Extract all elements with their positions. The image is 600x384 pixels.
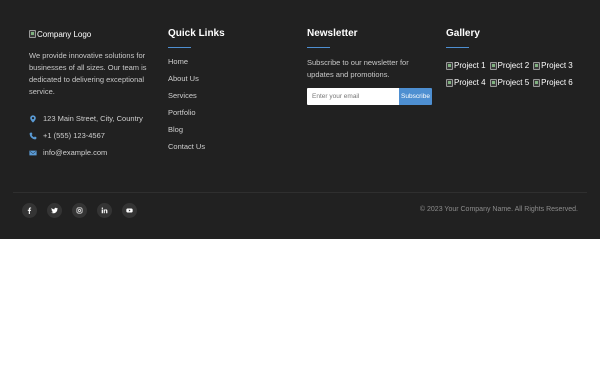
- quick-link-blog[interactable]: Blog: [168, 125, 288, 142]
- instagram-link[interactable]: [72, 203, 87, 218]
- newsletter-form: Subscribe: [307, 88, 432, 105]
- heading-underline: [446, 47, 469, 48]
- phone-icon: [29, 132, 37, 139]
- gallery-image-alt: Project 3: [541, 61, 573, 70]
- linkedin-icon: [101, 207, 108, 214]
- social-links: [22, 203, 147, 218]
- phone-text: +1 (555) 123-4567: [43, 131, 105, 140]
- newsletter-column: Newsletter Subscribe to our newsletter f…: [307, 28, 432, 105]
- broken-image-icon: [446, 78, 453, 87]
- youtube-link[interactable]: [122, 203, 137, 218]
- copyright-text: © 2023 Your Company Name. All Rights Res…: [419, 206, 578, 213]
- gallery-image-project-4[interactable]: Project 4: [446, 74, 486, 91]
- newsletter-email-input[interactable]: [307, 88, 399, 105]
- gallery-image-project-6[interactable]: Project 6: [533, 74, 573, 91]
- address-text: 123 Main Street, City, Country: [43, 114, 143, 123]
- instagram-icon: [76, 207, 83, 214]
- facebook-icon: [27, 207, 32, 214]
- broken-image-icon: [489, 78, 497, 87]
- contact-email: info@example.com: [29, 144, 154, 161]
- quick-link-services[interactable]: Services: [168, 91, 288, 108]
- footer-divider: [13, 192, 587, 193]
- gallery-image-alt: Project 1: [454, 61, 486, 70]
- about-column: Company Logo We provide innovative solut…: [29, 28, 154, 161]
- broken-image-icon: [489, 61, 497, 70]
- gallery-image-project-3[interactable]: Project 3: [533, 57, 573, 74]
- broken-image-icon: [29, 30, 36, 38]
- quick-link-contact-us[interactable]: Contact Us: [168, 142, 288, 159]
- gallery-image-alt: Project 2: [497, 61, 530, 70]
- company-logo-alt-text: Company Logo: [37, 29, 92, 39]
- broken-image-icon: [533, 61, 541, 70]
- twitter-icon: [51, 207, 58, 214]
- quick-link-about-us[interactable]: About Us: [168, 74, 288, 91]
- gallery-image-project-5[interactable]: Project 5: [489, 74, 530, 91]
- quick-links-heading: Quick Links: [168, 28, 225, 39]
- gallery-image-alt: Project 6: [541, 78, 573, 87]
- envelope-icon: [29, 150, 37, 155]
- gallery-image-project-1[interactable]: Project 1: [446, 57, 486, 74]
- gallery-heading: Gallery: [446, 28, 480, 39]
- newsletter-description: Subscribe to our newsletter for updates …: [307, 58, 409, 79]
- facebook-link[interactable]: [22, 203, 37, 218]
- email-text: info@example.com: [43, 148, 108, 157]
- broken-image-icon: [533, 78, 541, 87]
- subscribe-button[interactable]: Subscribe: [399, 88, 432, 105]
- company-logo[interactable]: Company Logo: [29, 28, 154, 40]
- quick-links-list: Home About Us Services Portfolio Blog Co…: [168, 57, 288, 159]
- heading-underline: [307, 47, 330, 48]
- quick-link-portfolio[interactable]: Portfolio: [168, 108, 288, 125]
- gallery-grid: Project 1 Project 2 Project 3 Project 4 …: [446, 57, 586, 91]
- company-description: We provide innovative solutions for busi…: [29, 51, 147, 96]
- twitter-link[interactable]: [47, 203, 62, 218]
- heading-underline: [168, 47, 191, 48]
- contact-address: 123 Main Street, City, Country: [29, 110, 154, 127]
- newsletter-heading: Newsletter: [307, 28, 358, 39]
- youtube-icon: [126, 208, 133, 213]
- linkedin-link[interactable]: [97, 203, 112, 218]
- gallery-image-alt: Project 4: [454, 78, 486, 87]
- gallery-image-alt: Project 5: [497, 78, 530, 87]
- contact-phone: +1 (555) 123-4567: [29, 127, 154, 144]
- gallery-column: Gallery Project 1 Project 2 Project 3 Pr…: [446, 28, 586, 91]
- quick-links-column: Quick Links Home About Us Services Portf…: [168, 28, 288, 159]
- quick-link-home[interactable]: Home: [168, 57, 288, 74]
- map-marker-icon: [30, 114, 36, 123]
- gallery-image-project-2[interactable]: Project 2: [489, 57, 530, 74]
- contact-info: 123 Main Street, City, Country +1 (555) …: [29, 110, 154, 161]
- site-footer: Company Logo We provide innovative solut…: [0, 0, 600, 239]
- broken-image-icon: [446, 61, 453, 70]
